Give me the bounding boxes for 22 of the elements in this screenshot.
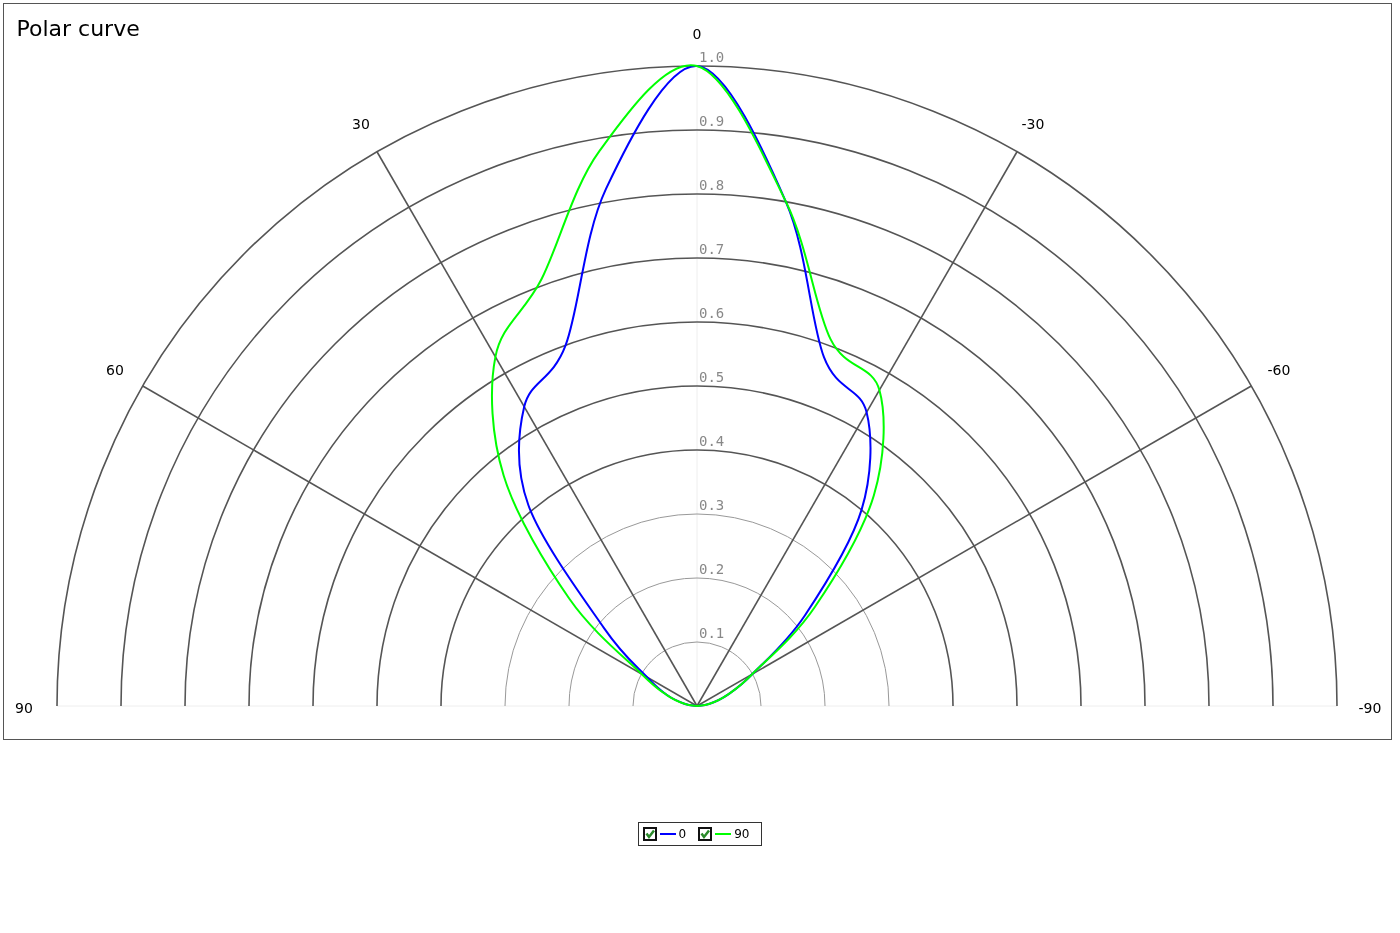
legend-label: 0: [678, 827, 687, 841]
radial-tick-label: 0.1: [698, 625, 724, 641]
radial-tick-label: 0.4: [698, 433, 724, 449]
radial-tick-label: 0.8: [698, 177, 724, 193]
legend-label: 90: [734, 827, 750, 841]
radial-tick-label: 0.6: [698, 305, 724, 321]
angle-tick-label: 30: [351, 116, 370, 133]
radial-tick-label: 0.2: [698, 561, 724, 577]
radial-tick-label: 0.5: [698, 369, 724, 385]
radial-tick-label: 1.0: [698, 49, 724, 65]
legend-checkbox[interactable]: [642, 827, 657, 841]
angle-tick-label: 60: [105, 362, 124, 378]
radial-tick-label: 0.9: [698, 113, 724, 129]
angle-tick-label: 0: [692, 26, 701, 42]
angle-tick-label: 90: [14, 700, 33, 716]
radial-tick-label: 0.7: [698, 241, 724, 257]
radial-tick-label: 0.3: [698, 497, 724, 513]
angle-tick-label: -60: [1267, 362, 1290, 378]
angle-tick-label: -90: [1358, 700, 1381, 716]
chart-title: Polar curve: [16, 16, 140, 41]
angle-tick-label: -30: [1021, 116, 1044, 133]
legend-checkbox[interactable]: [698, 827, 713, 841]
